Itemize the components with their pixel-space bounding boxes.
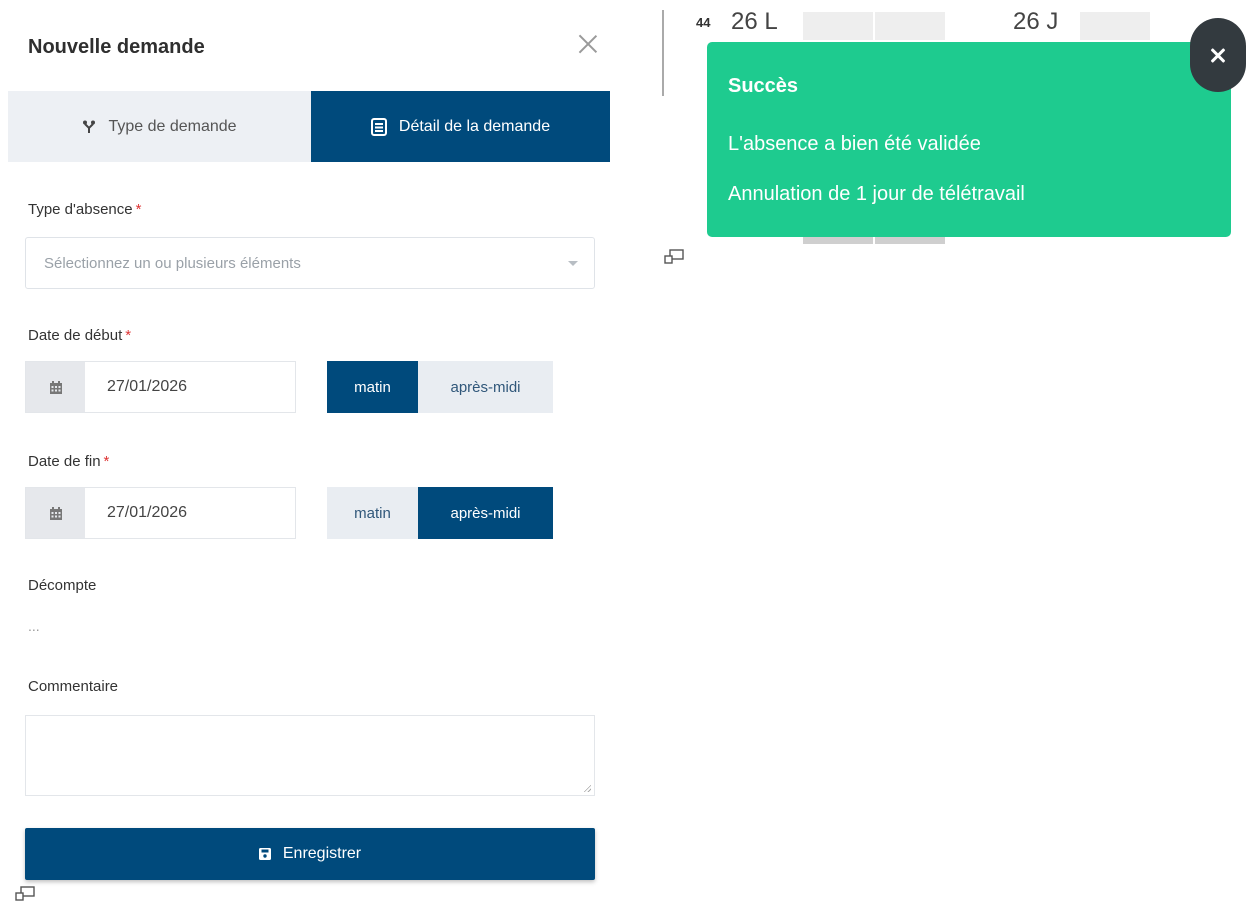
floppy-disk-icon xyxy=(258,848,271,860)
required-mark: * xyxy=(125,327,132,344)
end-date-label: Date de fin * xyxy=(28,453,109,470)
calendar-day-header: 26 J xyxy=(1013,8,1059,35)
end-date-label-text: Date de fin xyxy=(28,453,101,470)
absence-type-select[interactable]: Sélectionnez un ou plusieurs éléments xyxy=(25,237,595,289)
start-date-field: 27/01/2026 xyxy=(25,361,296,413)
tab-request-detail[interactable]: Détail de la demande xyxy=(311,91,610,162)
toast-message: L'absence a bien été validée xyxy=(728,133,981,155)
calendar-divider xyxy=(662,10,664,96)
tab-request-detail-label: Détail de la demande xyxy=(398,117,551,135)
start-date-input[interactable]: 27/01/2026 xyxy=(85,362,295,412)
absence-type-label-text: Type d'absence xyxy=(28,201,133,218)
chevron-down-icon xyxy=(568,261,578,266)
toast-title: Succès xyxy=(728,75,799,97)
tab-request-type-label: Type de demande xyxy=(108,117,237,135)
start-half-day-toggle: matin après-midi xyxy=(327,361,553,413)
branch-icon xyxy=(82,120,96,134)
start-morning-option[interactable]: matin xyxy=(327,361,418,413)
calendar-cell xyxy=(803,237,873,244)
end-morning-option[interactable]: matin xyxy=(327,487,418,539)
required-mark: * xyxy=(103,453,110,470)
toast-close-button[interactable] xyxy=(1190,18,1246,92)
start-date-label: Date de début * xyxy=(28,327,131,344)
calendar-cell xyxy=(1080,12,1150,40)
toast-message: Annulation de 1 jour de télétravail xyxy=(728,183,1025,205)
week-number: 44 xyxy=(696,15,711,30)
calendar-icon[interactable] xyxy=(26,488,85,538)
required-mark: * xyxy=(135,201,142,218)
decompte-value: ... xyxy=(28,618,40,634)
calendar-day-header: 26 L xyxy=(731,8,778,35)
panel-title: Nouvelle demande xyxy=(28,36,205,58)
request-tabs: Type de demande Détail de la demande xyxy=(8,91,610,162)
success-toast: Succès L'absence a bien été validée Annu… xyxy=(707,42,1231,237)
comment-label: Commentaire xyxy=(28,678,119,695)
resize-handle-icon[interactable] xyxy=(583,784,591,792)
tab-request-type[interactable]: Type de demande xyxy=(8,91,311,162)
restore-window-icon[interactable] xyxy=(14,886,36,902)
end-date-input[interactable]: 27/01/2026 xyxy=(85,488,295,538)
decompte-label: Décompte xyxy=(28,577,97,594)
calendar-cell xyxy=(803,12,873,40)
restore-window-icon[interactable] xyxy=(663,249,685,265)
close-icon[interactable] xyxy=(574,30,602,58)
save-button[interactable]: Enregistrer xyxy=(25,828,595,880)
calendar-icon[interactable] xyxy=(26,362,85,412)
start-afternoon-option[interactable]: après-midi xyxy=(418,361,553,413)
comment-textarea[interactable] xyxy=(25,715,595,796)
absence-type-label: Type d'absence * xyxy=(28,201,141,218)
save-button-label: Enregistrer xyxy=(282,845,362,862)
document-icon xyxy=(370,117,387,136)
end-half-day-toggle: matin après-midi xyxy=(327,487,553,539)
absence-type-placeholder: Sélectionnez un ou plusieurs éléments xyxy=(44,254,301,272)
end-date-field: 27/01/2026 xyxy=(25,487,296,539)
end-afternoon-option[interactable]: après-midi xyxy=(418,487,553,539)
calendar-cell xyxy=(875,12,945,40)
start-date-label-text: Date de début xyxy=(28,327,123,344)
new-request-panel: Nouvelle demande Type de demande Détail … xyxy=(8,0,610,900)
calendar-cell xyxy=(875,237,945,244)
